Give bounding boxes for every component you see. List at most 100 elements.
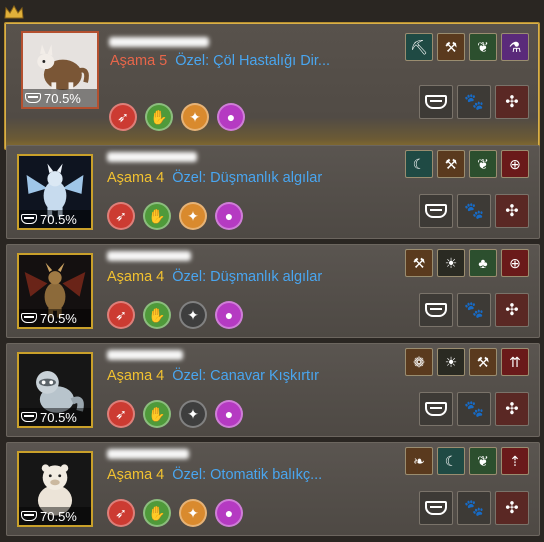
axe-icon[interactable]: ⚒ bbox=[437, 33, 465, 61]
sickle-icon[interactable]: ☾ bbox=[437, 447, 465, 475]
compass-stat-icon[interactable]: ✦ bbox=[181, 103, 209, 131]
arrows-up-icon[interactable]: ⇈ bbox=[501, 348, 529, 376]
pouch-stat-icon[interactable]: ● bbox=[217, 103, 245, 131]
stage-number: 4 bbox=[156, 269, 165, 285]
pet-actions: 🐾 ✣ bbox=[419, 491, 529, 525]
paw-icon: 🐾 bbox=[464, 500, 484, 517]
affinity-indicator: 70.5% bbox=[19, 507, 91, 525]
compass-stat-icon[interactable]: ✦ bbox=[179, 499, 207, 527]
skill-icons: ⚒ ☀ ♣ ⊕ bbox=[405, 249, 529, 277]
feed-button[interactable] bbox=[419, 491, 453, 525]
pet-info-line: Aşama 4 Özel: Düşmanlık algılar bbox=[107, 269, 322, 285]
affinity-indicator: 70.5% bbox=[19, 309, 91, 327]
special-value: Düşmanlık algılar bbox=[210, 170, 323, 186]
leaf-icon[interactable]: ❧ bbox=[405, 447, 433, 475]
stat-icons: ➶ ✋ ✦ ● bbox=[109, 103, 245, 131]
release-button[interactable]: ✣ bbox=[495, 293, 529, 327]
axe-icon[interactable]: ⚒ bbox=[469, 348, 497, 376]
wing-icon[interactable]: ❦ bbox=[469, 150, 497, 178]
bowl-icon bbox=[21, 412, 37, 422]
release-button[interactable]: ✣ bbox=[495, 491, 529, 525]
special-value: Otomatik balıkç... bbox=[210, 467, 323, 483]
bowl-icon bbox=[25, 93, 41, 103]
release-button[interactable]: ✣ bbox=[495, 85, 529, 119]
release-button[interactable]: ✣ bbox=[495, 392, 529, 426]
hand-stat-icon[interactable]: ✋ bbox=[143, 499, 171, 527]
affinity-value: 70.5% bbox=[44, 90, 81, 106]
pickaxe-icon[interactable]: ⛏ bbox=[405, 33, 433, 61]
compass-stat-icon[interactable]: ✦ bbox=[179, 400, 207, 428]
pet-name-redacted bbox=[107, 152, 197, 162]
bowl-icon bbox=[425, 95, 447, 109]
speed-stat-icon[interactable]: ➶ bbox=[107, 301, 135, 329]
pet-card[interactable]: 70.5% Aşama 4 Özel: Otomatik balıkç... ➶… bbox=[6, 442, 540, 536]
pouch-stat-icon[interactable]: ● bbox=[215, 400, 243, 428]
hand-stat-icon[interactable]: ✋ bbox=[143, 301, 171, 329]
pet-info-button[interactable]: 🐾 bbox=[457, 85, 491, 119]
feed-button[interactable] bbox=[419, 392, 453, 426]
target-icon[interactable]: ⊕ bbox=[501, 249, 529, 277]
pet-name-redacted bbox=[109, 37, 209, 47]
pet-info-button[interactable]: 🐾 bbox=[457, 293, 491, 327]
pouch-stat-icon[interactable]: ● bbox=[215, 301, 243, 329]
special-label: Özel: bbox=[172, 368, 207, 384]
pet-portrait: 70.5% bbox=[17, 154, 93, 230]
pouch-stat-icon[interactable]: ● bbox=[215, 499, 243, 527]
potion-icon[interactable]: ⚗ bbox=[501, 33, 529, 61]
pet-info-button[interactable]: 🐾 bbox=[457, 392, 491, 426]
pet-info-line: Aşama 4 Özel: Otomatik balıkç... bbox=[107, 467, 322, 483]
pet-card[interactable]: 70.5% Aşama 4 Özel: Düşmanlık algılar ➶ … bbox=[6, 244, 540, 338]
stage-number: 5 bbox=[159, 53, 168, 69]
feed-button[interactable] bbox=[419, 194, 453, 228]
pet-card-featured[interactable]: 70.5% Aşama 5 Özel: Çöl Hastalığı Dir...… bbox=[4, 22, 540, 150]
pet-card[interactable]: 70.5% Aşama 4 Özel: Canavar Kışkırtır ➶ … bbox=[6, 343, 540, 437]
special-label: Özel: bbox=[172, 467, 207, 483]
speed-stat-icon[interactable]: ➶ bbox=[107, 400, 135, 428]
feed-button[interactable] bbox=[419, 293, 453, 327]
release-button[interactable]: ✣ bbox=[495, 194, 529, 228]
compass-stat-icon[interactable]: ✦ bbox=[179, 301, 207, 329]
stage-label: Aşama bbox=[110, 53, 156, 69]
paw-icon: 🐾 bbox=[464, 401, 484, 418]
pouch-stat-icon[interactable]: ● bbox=[215, 202, 243, 230]
affinity-value: 70.5% bbox=[40, 409, 77, 425]
clover-icon[interactable]: ♣ bbox=[469, 249, 497, 277]
bug-icon[interactable]: ☀ bbox=[437, 348, 465, 376]
pet-card[interactable]: 70.5% Aşama 4 Özel: Düşmanlık algılar ➶ … bbox=[6, 145, 540, 239]
pet-info-button[interactable]: 🐾 bbox=[457, 194, 491, 228]
speed-stat-icon[interactable]: ➶ bbox=[109, 103, 137, 131]
speed-stat-icon[interactable]: ➶ bbox=[107, 202, 135, 230]
affinity-indicator: 70.5% bbox=[23, 89, 97, 107]
feed-button[interactable] bbox=[419, 85, 453, 119]
speed-stat-icon[interactable]: ➶ bbox=[107, 499, 135, 527]
person-up-icon[interactable]: ⇡ bbox=[501, 447, 529, 475]
axe-icon[interactable]: ⚒ bbox=[437, 150, 465, 178]
affinity-indicator: 70.5% bbox=[19, 408, 91, 426]
special-label: Özel: bbox=[172, 269, 207, 285]
snail-icon[interactable]: ❁ bbox=[405, 348, 433, 376]
hammer-icon[interactable]: ⚒ bbox=[405, 249, 433, 277]
bowl-icon bbox=[425, 402, 447, 416]
wing-icon[interactable]: ❦ bbox=[469, 447, 497, 475]
stat-icons: ➶ ✋ ✦ ● bbox=[107, 400, 243, 428]
pet-name-redacted bbox=[107, 251, 191, 261]
hand-stat-icon[interactable]: ✋ bbox=[145, 103, 173, 131]
bowl-icon bbox=[21, 214, 37, 224]
sickle-icon[interactable]: ☾ bbox=[405, 150, 433, 178]
special-label: Özel: bbox=[172, 170, 207, 186]
target-icon[interactable]: ⊕ bbox=[501, 150, 529, 178]
pet-portrait: 70.5% bbox=[21, 31, 99, 109]
pet-info-button[interactable]: 🐾 bbox=[457, 491, 491, 525]
hand-stat-icon[interactable]: ✋ bbox=[143, 202, 171, 230]
special-value: Çöl Hastalığı Dir... bbox=[213, 53, 330, 69]
wing-icon[interactable]: ❦ bbox=[469, 33, 497, 61]
skill-icons: ☾ ⚒ ❦ ⊕ bbox=[405, 150, 529, 178]
hand-stat-icon[interactable]: ✋ bbox=[143, 400, 171, 428]
compass-stat-icon[interactable]: ✦ bbox=[179, 202, 207, 230]
bug-icon[interactable]: ☀ bbox=[437, 249, 465, 277]
box-icon: ✣ bbox=[505, 401, 519, 418]
pet-name-redacted bbox=[107, 449, 189, 459]
skill-icons: ❧ ☾ ❦ ⇡ bbox=[405, 447, 529, 475]
pet-actions: 🐾 ✣ bbox=[419, 293, 529, 327]
pet-portrait: 70.5% bbox=[17, 352, 93, 428]
